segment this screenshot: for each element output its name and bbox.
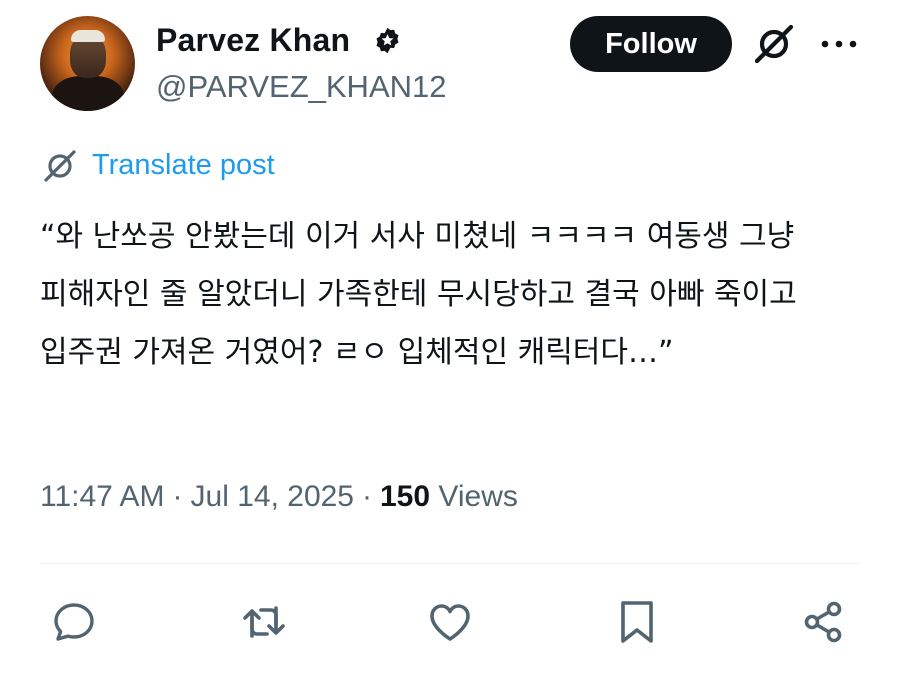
author-avatar[interactable]	[40, 16, 135, 111]
views-count: 150	[380, 480, 431, 513]
avatar-figure-cap	[71, 30, 105, 42]
like-button[interactable]	[426, 598, 474, 646]
reply-button[interactable]	[50, 598, 98, 646]
verified-badge-icon	[376, 27, 399, 54]
author-name[interactable]: Parvez Khan	[156, 22, 350, 59]
post-time[interactable]: 11:47 AM	[40, 480, 165, 513]
more-options-icon[interactable]	[818, 32, 860, 56]
follow-button[interactable]: Follow	[570, 16, 732, 72]
post-text: “와 난쏘공 안봤는데 이거 서사 미쳤네 ㅋㅋㅋㅋ 여동생 그냥 피해자인 줄…	[40, 219, 797, 370]
divider	[40, 563, 860, 564]
avatar-figure-body	[52, 76, 124, 111]
translate-post-link[interactable]: Translate post	[92, 149, 275, 182]
meta-separator: ·	[172, 480, 183, 513]
post-date[interactable]: Jul 14, 2025	[191, 480, 354, 513]
like-icon	[430, 604, 470, 641]
bookmark-button[interactable]	[613, 598, 661, 646]
repost-button[interactable]	[240, 598, 288, 646]
post-metadata: 11:47 AM · Jul 14, 2025 · 150 Views	[40, 480, 518, 514]
share-icon	[804, 601, 842, 643]
author-handle[interactable]: @PARVEZ_KHAN12	[156, 69, 447, 105]
grok-icon[interactable]	[752, 22, 796, 66]
repost-icon	[243, 606, 285, 638]
share-button[interactable]	[800, 598, 848, 646]
views-label: Views	[438, 480, 518, 513]
meta-separator: ·	[362, 480, 372, 513]
reply-icon	[54, 603, 94, 641]
bookmark-icon	[621, 601, 653, 643]
translate-icon[interactable]	[42, 148, 78, 184]
